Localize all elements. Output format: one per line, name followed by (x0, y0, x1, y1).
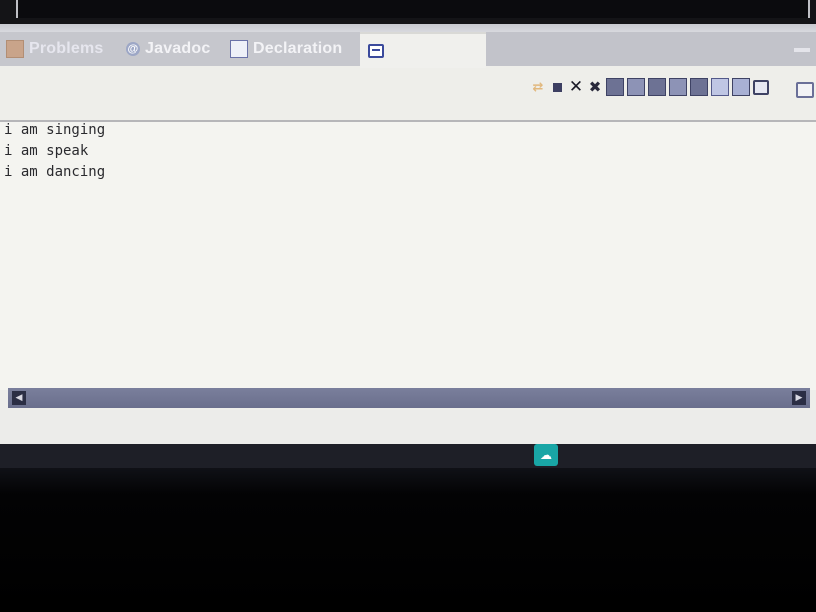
console-line: i am singing (4, 122, 106, 138)
javadoc-icon: @ (126, 42, 140, 56)
console-output[interactable]: i am singing i am speak i am dancing (0, 120, 816, 390)
scroll-lock-icon[interactable] (627, 78, 645, 96)
tab-problems[interactable]: Problems (6, 34, 104, 64)
editor-area-inner (16, 0, 810, 18)
panel-bottom-area (0, 410, 816, 444)
console-view-panel: Problems @ Javadoc Declaration ⇄ ✕ ✖ i a… (0, 32, 816, 444)
show-stderr-icon[interactable] (690, 78, 708, 96)
laptop-bezel: ☁ (0, 444, 816, 612)
scroll-right-icon[interactable]: ▶ (792, 391, 806, 405)
taskbar: ☁ (0, 444, 816, 468)
tab-console[interactable] (360, 32, 486, 68)
display-console-icon[interactable] (753, 79, 769, 95)
word-wrap-icon[interactable] (648, 78, 666, 96)
terminate-icon[interactable] (549, 79, 565, 95)
maximize-icon[interactable] (796, 82, 814, 98)
pin-console-icon[interactable] (711, 78, 729, 96)
cloud-icon[interactable]: ☁ (534, 444, 558, 466)
tab-declaration[interactable]: Declaration (230, 34, 342, 64)
minimize-icon[interactable] (794, 48, 810, 52)
link-console-icon[interactable]: ⇄ (530, 79, 546, 95)
tab-bar-empty-area (486, 32, 816, 66)
remove-all-launches-icon[interactable]: ✖ (587, 78, 603, 96)
tab-problems-label: Problems (29, 40, 104, 57)
clear-console-icon[interactable] (606, 78, 624, 96)
scroll-left-icon[interactable]: ◀ (12, 391, 26, 405)
console-icon (368, 44, 384, 58)
console-line: i am speak (4, 143, 89, 159)
show-stdout-icon[interactable] (669, 78, 687, 96)
open-console-icon[interactable] (732, 78, 750, 96)
declaration-icon (230, 40, 248, 58)
horizontal-scrollbar[interactable]: ◀ ▶ (8, 388, 810, 408)
editor-area-top (0, 0, 816, 24)
view-tab-bar: Problems @ Javadoc Declaration (0, 32, 816, 68)
tab-declaration-label: Declaration (253, 40, 343, 57)
console-line: i am dancing (4, 164, 106, 180)
tab-javadoc[interactable]: @ Javadoc (126, 34, 210, 64)
problems-icon (6, 40, 24, 58)
console-toolbar: ⇄ ✕ ✖ (530, 76, 769, 98)
tab-javadoc-label: Javadoc (145, 40, 211, 57)
remove-launch-icon[interactable]: ✕ (568, 77, 584, 97)
